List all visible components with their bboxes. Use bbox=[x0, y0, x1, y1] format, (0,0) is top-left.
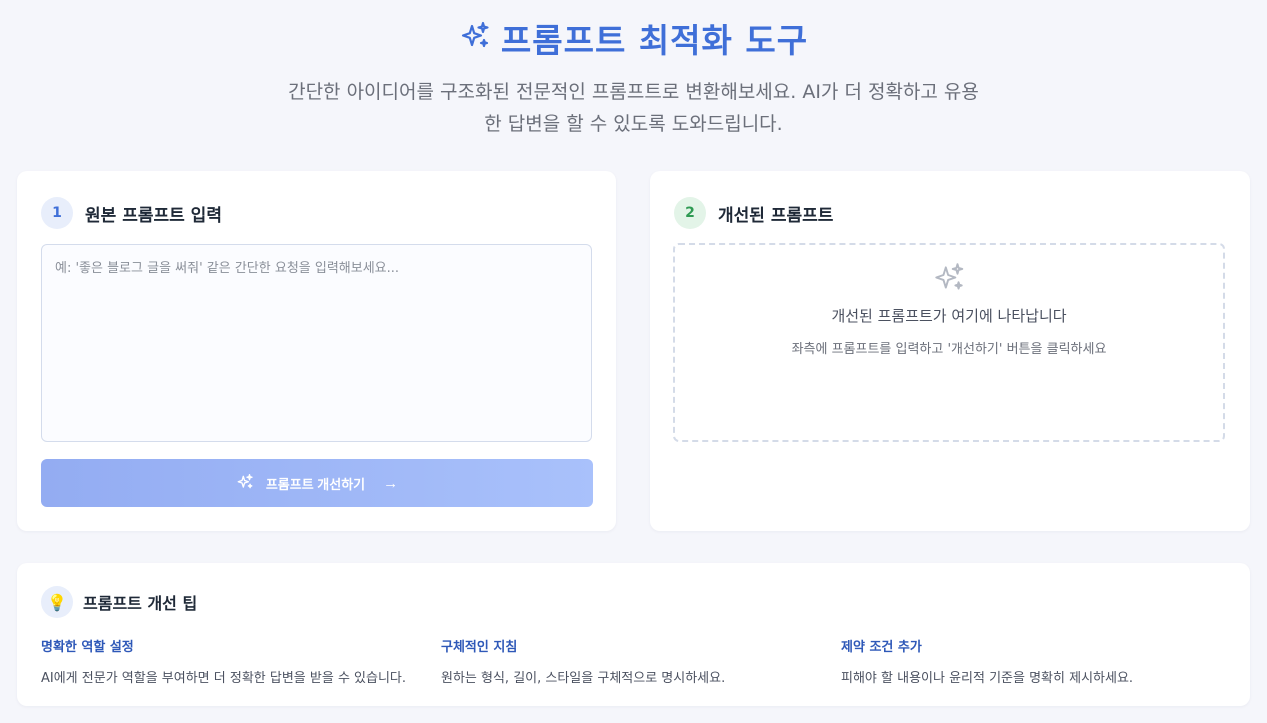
tip-item: 제약 조건 추가 피해야 할 내용이나 윤리적 기준을 명확히 제시하세요. bbox=[841, 636, 1133, 686]
tip-title: 명확한 역할 설정 bbox=[41, 640, 134, 655]
subtitle-line-1: 간단한 아이디어를 구조화된 전문적인 프롬프트로 변환해보세요. AI가 더 … bbox=[288, 81, 979, 103]
tip-title: 제약 조건 추가 bbox=[841, 640, 922, 655]
page-header: 프롬프트 최적화 도구 간단한 아이디어를 구조화된 전문적인 프롬프트로 변환… bbox=[0, 14, 1267, 140]
page: 프롬프트 최적화 도구 간단한 아이디어를 구조화된 전문적인 프롬프트로 변환… bbox=[0, 0, 1267, 723]
sparkles-icon bbox=[459, 20, 491, 56]
subtitle-line-2: 한 답변을 할 수 있도록 도와드립니다. bbox=[484, 113, 783, 135]
tips-title: 프롬프트 개선 팁 bbox=[83, 594, 198, 613]
tip-description: 원하는 형식, 길이, 스타일을 구체적으로 명시하세요. bbox=[441, 671, 726, 686]
title-row: 프롬프트 최적화 도구 bbox=[0, 14, 1267, 62]
lightbulb-icon: 💡 bbox=[41, 586, 73, 618]
sparkles-icon bbox=[236, 473, 254, 494]
sparkles-icon bbox=[932, 263, 966, 299]
arrow-right-icon: → bbox=[383, 474, 399, 492]
output-empty-hint: 좌측에 프롬프트를 입력하고 '개선하기' 버튼을 클릭하세요 bbox=[791, 342, 1107, 357]
output-empty-title: 개선된 프롬프트가 여기에 나타납니다 bbox=[831, 307, 1067, 325]
improve-prompt-button[interactable]: 프롬프트 개선하기 → bbox=[41, 459, 593, 507]
page-title: 프롬프트 최적화 도구 bbox=[500, 21, 809, 60]
step-badge-1: 1 bbox=[41, 197, 73, 229]
page-subtitle: 간단한 아이디어를 구조화된 전문적인 프롬프트로 변환해보세요. AI가 더 … bbox=[284, 76, 984, 140]
tip-description: 피해야 할 내용이나 윤리적 기준을 명확히 제시하세요. bbox=[841, 671, 1134, 686]
output-card-title: 개선된 프롬프트 bbox=[718, 205, 834, 226]
prompt-input[interactable] bbox=[41, 244, 592, 442]
input-card: 1 원본 프롬프트 입력 프롬프트 개선하기 → bbox=[17, 171, 616, 531]
improve-button-label: 프롬프트 개선하기 bbox=[265, 476, 366, 492]
output-card: 2 개선된 프롬프트 개선된 프롬프트가 여기에 나타납니다 좌측에 프롬프트를… bbox=[650, 171, 1250, 531]
tips-card: 💡 프롬프트 개선 팁 명확한 역할 설정 AI에게 전문가 역할을 부여하면 … bbox=[17, 563, 1250, 706]
step-badge-2: 2 bbox=[674, 197, 706, 229]
output-card-header: 2 개선된 프롬프트 bbox=[674, 197, 833, 229]
tip-title: 구체적인 지침 bbox=[441, 640, 518, 655]
input-card-title: 원본 프롬프트 입력 bbox=[85, 205, 222, 226]
input-card-header: 1 원본 프롬프트 입력 bbox=[41, 197, 222, 229]
output-area: 개선된 프롬프트가 여기에 나타납니다 좌측에 프롬프트를 입력하고 '개선하기… bbox=[673, 243, 1225, 442]
tips-header: 💡 프롬프트 개선 팁 bbox=[41, 586, 197, 618]
tip-item: 명확한 역할 설정 AI에게 전문가 역할을 부여하면 더 정확한 답변을 받을… bbox=[41, 636, 406, 686]
tip-item: 구체적인 지침 원하는 형식, 길이, 스타일을 구체적으로 명시하세요. bbox=[441, 636, 725, 686]
tip-description: AI에게 전문가 역할을 부여하면 더 정확한 답변을 받을 수 있습니다. bbox=[41, 671, 407, 686]
